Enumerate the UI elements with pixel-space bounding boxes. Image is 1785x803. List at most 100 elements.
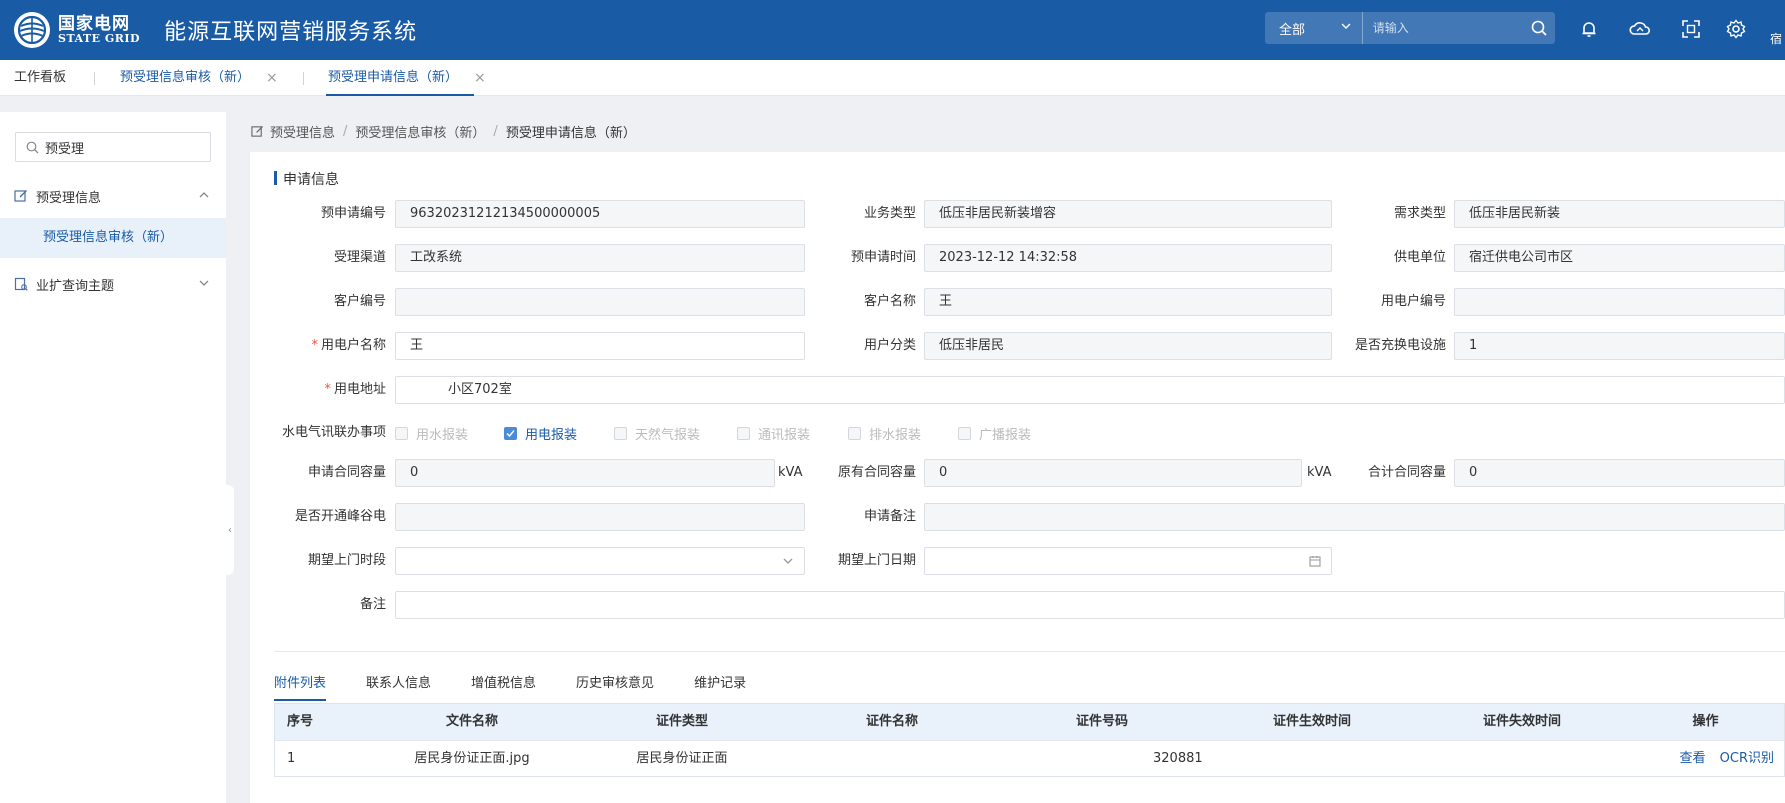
cloud-icon[interactable] — [1627, 16, 1653, 42]
tab-divider — [303, 72, 304, 85]
demand-type-label: 需求类型 — [1393, 206, 1446, 221]
sidebar-item-pre-acceptance-review[interactable]: 预受理信息审核（新） — [0, 218, 226, 258]
sidebar-group-expansion-query[interactable]: 业扩查询主题 — [0, 264, 226, 304]
top-bar: 国家电网 STATE GRID 能源互联网营销服务系统 全部 宿 — [0, 0, 1785, 60]
charging-label: 是否充换电设施 — [1354, 338, 1446, 353]
tab-divider — [94, 72, 95, 85]
cell-cert-no: 320881 — [1153, 750, 1203, 766]
checkbox-box — [395, 426, 408, 440]
col-header: 序号 — [287, 714, 314, 729]
col-header: 证件失效时间 — [1482, 714, 1561, 729]
col-header: 证件号码 — [1075, 714, 1128, 729]
sidebar-collapse-handle[interactable]: ‹ — [226, 485, 234, 575]
required-mark: * — [311, 338, 318, 353]
sidebar-group-label: 预受理信息 — [36, 190, 102, 206]
breadcrumb-item[interactable]: 预受理信息 — [270, 122, 335, 141]
col-header: 文件名称 — [445, 714, 498, 729]
page-tabs-bar: 工作看板 预受理信息审核（新） × 预受理申请信息（新） × — [0, 60, 1785, 96]
tab-review-history[interactable]: 历史审核意见 — [576, 673, 654, 701]
logo-en-text: STATE GRID — [58, 32, 141, 46]
breadcrumb: 预受理信息 / 预受理信息审核（新） / 预受理申请信息（新） — [251, 120, 636, 142]
application-info-card: 申请信息 预申请编号 96320231212134500000005 业务类型 … — [250, 152, 1785, 803]
checkbox-box — [958, 426, 971, 440]
breadcrumb-separator: / — [493, 123, 498, 139]
address-input[interactable]: 小区702室 — [395, 376, 1785, 404]
sidebar-search — [15, 132, 211, 162]
apply-remark-field[interactable] — [924, 503, 1785, 531]
required-mark: * — [324, 382, 331, 397]
tab-attachments[interactable]: 附件列表 — [274, 673, 327, 701]
apply-cap-field[interactable]: 0 — [395, 459, 775, 487]
report-icon — [14, 277, 28, 291]
apply-cap-label: 申请合同容量 — [307, 465, 386, 480]
orig-cap-field[interactable]: 0 — [924, 459, 1302, 487]
cell-file-name: 居民身份证正面.jpg — [414, 750, 530, 766]
elec-user-name-label: * 用电户名称 — [311, 338, 386, 353]
tab-contacts[interactable]: 联系人信息 — [366, 673, 431, 701]
search-icon[interactable] — [1523, 12, 1555, 44]
scan-icon[interactable] — [1678, 16, 1704, 42]
tab-workboard[interactable]: 工作看板 — [14, 60, 66, 96]
total-cap-field[interactable]: 0 — [1454, 459, 1785, 487]
breadcrumb-item[interactable]: 预受理信息审核（新） — [355, 122, 485, 141]
checkbox-telecom[interactable]: 通讯报装 — [737, 423, 810, 443]
joint-items-label: 水电气讯联办事项 — [281, 425, 386, 440]
col-header: 操作 — [1692, 714, 1719, 729]
chevron-up-icon — [198, 189, 210, 205]
col-header: 证件生效时间 — [1272, 714, 1351, 729]
close-icon[interactable]: × — [266, 60, 278, 96]
tab-vat-info[interactable]: 增值税信息 — [471, 673, 536, 701]
checkbox-drainage[interactable]: 排水报装 — [848, 423, 921, 443]
tab-maintenance-log[interactable]: 维护记录 — [694, 673, 746, 701]
state-grid-logo: 国家电网 STATE GRID — [14, 12, 140, 48]
app-title: 能源互联网营销服务系统 — [164, 20, 418, 45]
tab-pre-acceptance-application[interactable]: 预受理申请信息（新） — [325, 60, 475, 96]
cell-actions: 查看 OCR识别 — [1627, 741, 1784, 777]
demand-type-field[interactable]: 低压非居民新装 — [1454, 200, 1785, 228]
close-icon[interactable]: × — [474, 60, 486, 96]
chevron-down-icon — [1340, 20, 1352, 36]
sidebar: 预受理信息 预受理信息审核（新） 业扩查询主题 — [0, 112, 226, 803]
view-link[interactable]: 查看 — [1680, 751, 1706, 766]
sidebar-group-pre-acceptance[interactable]: 预受理信息 — [0, 176, 226, 216]
tab-pre-acceptance-review[interactable]: 预受理信息审核（新） — [120, 60, 250, 96]
checkbox-broadcast[interactable]: 广播报装 — [958, 423, 1031, 443]
orig-cap-label: 原有合同容量 — [837, 465, 916, 480]
cell-valid-to — [1417, 741, 1627, 777]
remark-input[interactable] — [395, 591, 1785, 619]
edit-icon — [14, 189, 28, 203]
logo-cn-text: 国家电网 — [58, 13, 130, 34]
search-scope-select[interactable]: 全部 — [1265, 12, 1363, 44]
checkbox-gas[interactable]: 天然气报装 — [614, 423, 700, 443]
checkbox-water[interactable]: 用水报装 — [395, 423, 468, 443]
edit-icon — [251, 125, 264, 138]
bell-icon[interactable] — [1576, 16, 1602, 42]
checkbox-box — [737, 426, 750, 440]
user-name-fragment[interactable]: 宿 — [1770, 30, 1782, 47]
power-unit-field[interactable]: 宿迁供电公司市区 — [1454, 244, 1785, 272]
charging-field[interactable]: 1 — [1454, 332, 1785, 360]
search-scope-value: 全部 — [1279, 22, 1306, 38]
checkbox-electricity[interactable]: 用电报装 — [504, 423, 577, 443]
checkbox-box — [614, 426, 627, 440]
cell-cert-name — [787, 741, 997, 777]
globe-logo-icon — [14, 12, 50, 48]
breadcrumb-current: 预受理申请信息（新） — [505, 125, 636, 141]
col-header: 证件名称 — [865, 714, 918, 729]
user-class-label: 用户分类 — [863, 338, 916, 353]
global-search-input[interactable] — [1362, 12, 1523, 44]
elec-user-no-label: 用电户编号 — [1380, 294, 1446, 309]
total-cap-label: 合计合同容量 — [1367, 465, 1446, 480]
biz-type-label: 业务类型 — [863, 206, 916, 221]
gear-icon[interactable] — [1723, 16, 1749, 42]
sidebar-search-input[interactable] — [45, 139, 195, 155]
cell-cert-type: 居民身份证正面 — [636, 750, 728, 766]
visit-date-picker[interactable] — [924, 547, 1332, 575]
elec-user-no-field[interactable] — [1454, 288, 1785, 316]
apply-remark-label: 申请备注 — [863, 509, 916, 524]
pre-app-no-label: 预申请编号 — [320, 206, 386, 221]
detail-tabs: 附件列表 联系人信息 增值税信息 历史审核意见 维护记录 — [274, 673, 786, 701]
cust-no-label: 客户编号 — [333, 294, 386, 309]
address-label: * 用电地址 — [324, 382, 386, 397]
ocr-link[interactable]: OCR识别 — [1720, 751, 1774, 766]
